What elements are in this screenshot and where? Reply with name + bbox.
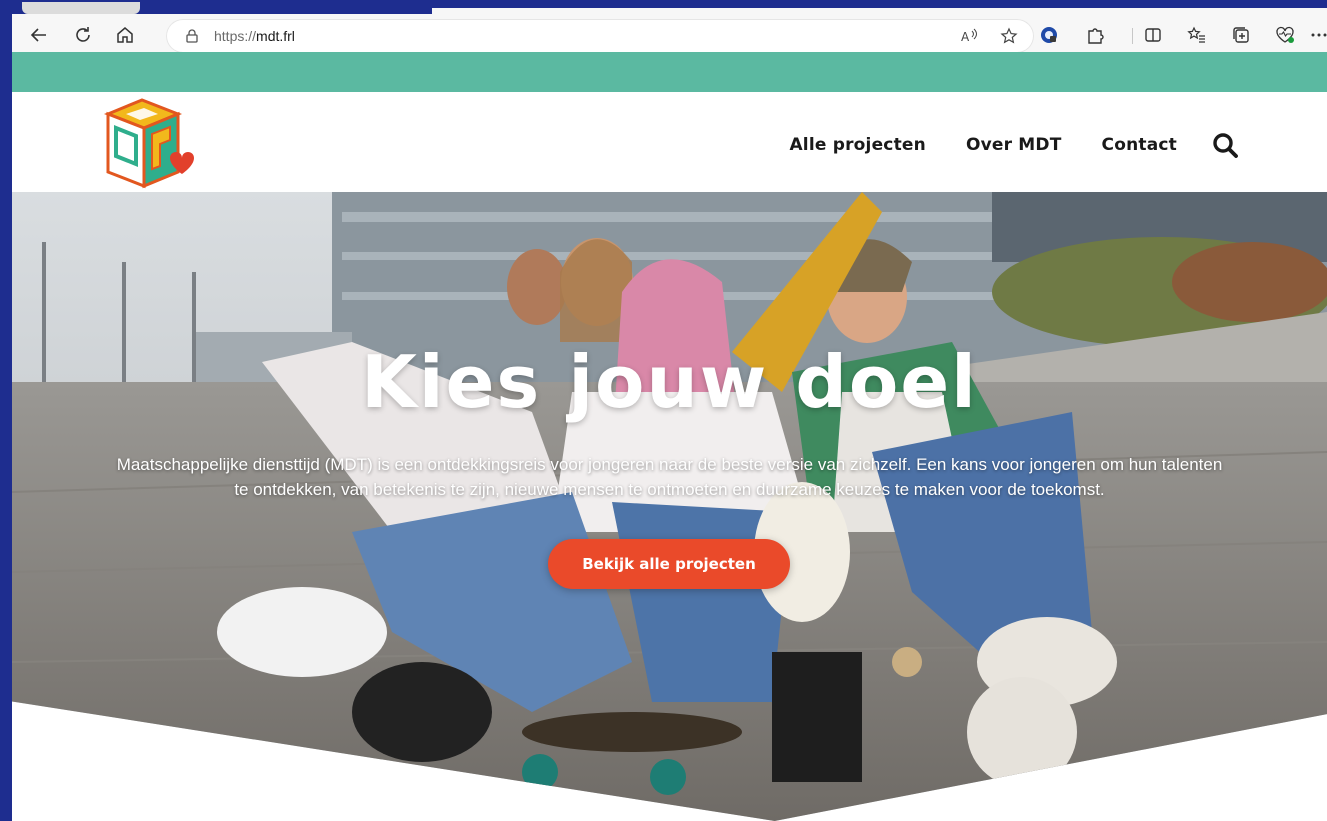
collections-button[interactable]	[1230, 24, 1252, 46]
favorites-list-icon	[1187, 26, 1205, 43]
svg-text:A: A	[961, 30, 970, 44]
search-button[interactable]	[1211, 131, 1239, 159]
nav-over-mdt[interactable]: Over MDT	[966, 135, 1062, 155]
hero-photo	[12, 192, 1327, 821]
extension-shield-button[interactable]	[1038, 24, 1060, 46]
top-color-band	[12, 52, 1327, 92]
tab-strip	[12, 2, 1327, 14]
home-icon	[117, 27, 133, 43]
nav-contact[interactable]: Contact	[1102, 135, 1177, 155]
more-icon	[1311, 33, 1327, 37]
url-host: mdt.frl	[256, 28, 295, 44]
star-icon[interactable]	[1000, 27, 1018, 45]
collections-icon	[1233, 27, 1249, 43]
toolbar-separator	[1132, 28, 1133, 44]
web-page: Alle projecten Over MDT Contact Kies jou…	[12, 52, 1327, 821]
reload-button[interactable]	[70, 22, 96, 48]
url-text: https://mdt.frl	[214, 28, 295, 44]
main-nav: Alle projecten Over MDT Contact	[749, 131, 1239, 159]
more-button[interactable]	[1308, 24, 1327, 46]
site-header: Alle projecten Over MDT Contact	[12, 92, 1327, 192]
favorites-button[interactable]	[1186, 24, 1208, 46]
mdt-logo[interactable]	[96, 96, 200, 190]
read-aloud-icon[interactable]: A	[960, 27, 978, 45]
nav-alle-projecten[interactable]: Alle projecten	[789, 135, 925, 155]
lock-icon	[186, 29, 198, 43]
search-icon	[1213, 133, 1238, 158]
hero-description: Maatschappelijke diensttijd (MDT) is een…	[116, 455, 1223, 499]
split-screen-icon	[1145, 28, 1161, 42]
hero-title: Kies jouw doel	[361, 340, 978, 424]
refresh-icon	[76, 27, 90, 42]
heart-pulse-icon	[1276, 26, 1294, 43]
url-scheme: https://	[214, 28, 257, 44]
back-button[interactable]	[26, 22, 52, 48]
browser-toolbar: https://mdt.frl A	[12, 2, 1327, 53]
split-screen-button[interactable]	[1142, 24, 1164, 46]
address-bar[interactable]: https://mdt.frl A	[166, 19, 1034, 53]
extension-shield-icon	[1041, 27, 1057, 43]
hero-section: Kies jouw doel Maatschappelijke dienstti…	[12, 192, 1327, 821]
puzzle-icon	[1088, 28, 1104, 44]
browser-tab[interactable]	[22, 2, 140, 14]
view-all-projects-button[interactable]: Bekijk alle projecten	[548, 539, 790, 589]
browser-essentials-button[interactable]	[1274, 24, 1296, 46]
home-button[interactable]	[112, 22, 138, 48]
active-tab-edge	[432, 8, 1327, 14]
extensions-button[interactable]	[1084, 24, 1106, 46]
arrow-left-icon	[30, 28, 46, 42]
